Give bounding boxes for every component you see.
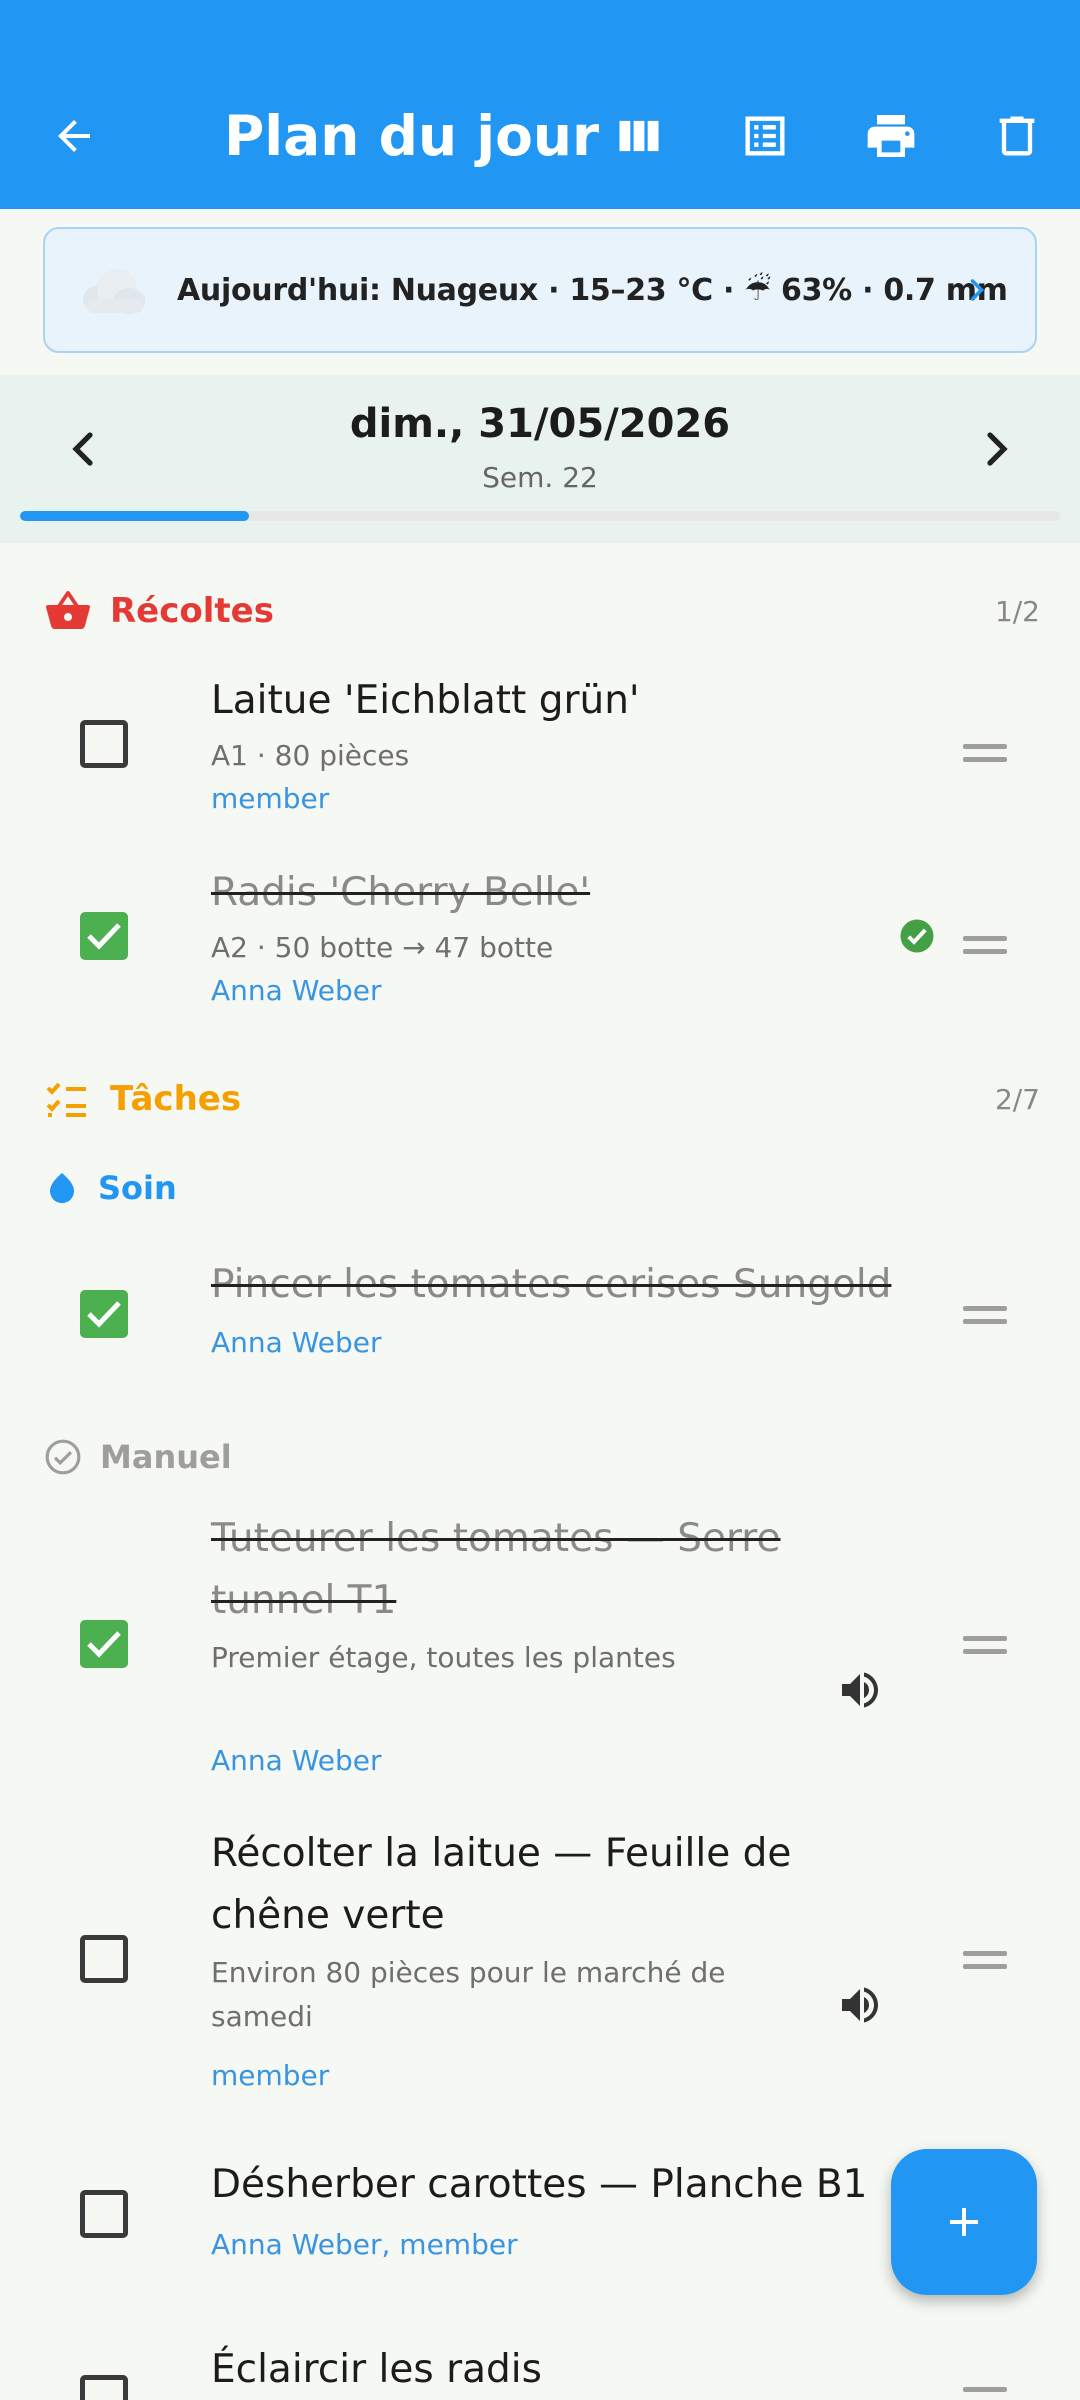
drag-handle-icon[interactable] — [963, 2387, 1007, 2400]
checklist-icon — [46, 1082, 86, 1117]
item-title: Tuteurer les tomates — Serre tunnel T1 — [211, 1516, 781, 1623]
delete-button[interactable] — [981, 100, 1053, 172]
checkbox[interactable] — [80, 2190, 128, 2238]
speaker-icon[interactable] — [836, 1981, 884, 2029]
print-button[interactable] — [855, 100, 927, 172]
water-drop-icon — [50, 1173, 74, 1203]
item-assignee: Anna Weber — [211, 974, 382, 1007]
list-item[interactable]: Récolter la laitue — Feuille de chêne ve… — [0, 1823, 1080, 2103]
item-assignee: Anna Weber — [211, 1326, 382, 1359]
item-title: Récolter la laitue — Feuille de chêne ve… — [211, 1831, 792, 1938]
item-subtitle: A2 · 50 botte → 47 botte — [211, 931, 554, 964]
list-view-button[interactable] — [729, 100, 801, 172]
item-assignee: member — [211, 2059, 330, 2092]
list-view-icon — [745, 116, 785, 156]
add-task-button[interactable] — [891, 2149, 1037, 2295]
harvests-section-header: Récoltes 1/2 — [44, 586, 1040, 636]
check-icon — [87, 1301, 121, 1328]
group-header-soin: Soin — [44, 1163, 177, 1213]
week-progress-bar — [20, 511, 1060, 521]
item-title: Pincer les tomates cerises Sungold — [211, 1262, 892, 1307]
tasks-label: Tâches — [110, 1079, 242, 1119]
back-button[interactable] — [38, 100, 110, 172]
item-title: Laitue 'Eichblatt grün' — [211, 678, 640, 723]
item-title: Radis 'Cherry Belle' — [211, 870, 591, 915]
speaker-icon[interactable] — [836, 1666, 884, 1714]
item-assignee: Anna Weber, member — [211, 2228, 518, 2261]
tasks-count: 2/7 — [994, 1082, 1040, 1116]
cloud-icon — [83, 269, 145, 314]
item-title: Éclaircir les radis — [211, 2347, 542, 2392]
checkbox[interactable] — [80, 1620, 128, 1668]
list-item[interactable]: Laitue 'Eichblatt grün' A1 · 80 pièces m… — [0, 660, 1080, 840]
check-circle-outline-icon — [45, 1439, 81, 1475]
item-note: Premier étage, toutes les plantes — [211, 1641, 676, 1674]
item-assignee: Anna Weber — [211, 1744, 382, 1777]
list-item[interactable]: Éclaircir les radis — [0, 2345, 1080, 2400]
item-note: Environ 80 pièces pour le marché de same… — [211, 1956, 726, 2033]
list-item[interactable]: Pincer les tomates cerises Sungold Anna … — [0, 1250, 1080, 1390]
list-item[interactable]: Radis 'Cherry Belle' A2 · 50 botte → 47 … — [0, 852, 1080, 1032]
next-day-button[interactable] — [972, 425, 1020, 478]
delete-icon — [999, 116, 1035, 156]
columns-view-button[interactable] — [603, 100, 675, 172]
checkbox[interactable] — [80, 720, 128, 768]
current-date: dim., 31/05/2026 — [349, 401, 731, 447]
drag-handle-icon[interactable] — [963, 1951, 1007, 1977]
checkbox[interactable] — [80, 1290, 128, 1338]
harvests-label: Récoltes — [110, 591, 274, 631]
columns-view-icon — [619, 120, 659, 152]
page-title: Plan du jour — [224, 104, 600, 168]
drag-handle-icon[interactable] — [963, 1636, 1007, 1662]
checkbox[interactable] — [80, 1935, 128, 1983]
drag-handle-icon[interactable] — [963, 744, 1007, 770]
completed-check-icon — [900, 919, 934, 953]
chevron-right-icon — [987, 432, 1008, 466]
chevron-right-icon — [970, 279, 985, 301]
item-title: Désherber carottes — Planche B1 — [211, 2162, 868, 2207]
add-icon — [950, 2208, 978, 2236]
drag-handle-icon[interactable] — [963, 936, 1007, 962]
basket-icon — [46, 591, 90, 629]
app-bar: Plan du jour — [0, 0, 1080, 209]
item-subtitle: A1 · 80 pièces — [211, 739, 410, 772]
check-icon — [87, 923, 121, 950]
tasks-section-header: Tâches 2/7 — [44, 1074, 1040, 1124]
drag-handle-icon[interactable] — [963, 1306, 1007, 1332]
harvests-count: 1/2 — [994, 594, 1040, 628]
list-item[interactable]: Tuteurer les tomates — Serre tunnel T1 P… — [0, 1508, 1080, 1788]
group-header-manuel: Manuel — [44, 1432, 232, 1482]
item-assignee: member — [211, 782, 330, 815]
weather-summary: Aujourd'hui: Nuageux · 15–23 °C · ☔ 63% … — [177, 273, 1008, 308]
group-label: Soin — [98, 1169, 177, 1207]
checkbox[interactable] — [80, 912, 128, 960]
weather-banner[interactable]: Aujourd'hui: Nuageux · 15–23 °C · ☔ 63% … — [43, 227, 1037, 353]
checkbox[interactable] — [80, 2375, 128, 2400]
arrow-back-icon — [58, 120, 90, 152]
date-navigator: dim., 31/05/2026 Sem. 22 — [0, 375, 1080, 543]
print-icon — [867, 115, 915, 157]
week-number: Sem. 22 — [482, 461, 598, 494]
group-label: Manuel — [100, 1438, 232, 1476]
check-icon — [87, 1631, 121, 1658]
week-progress-fill — [20, 511, 249, 521]
